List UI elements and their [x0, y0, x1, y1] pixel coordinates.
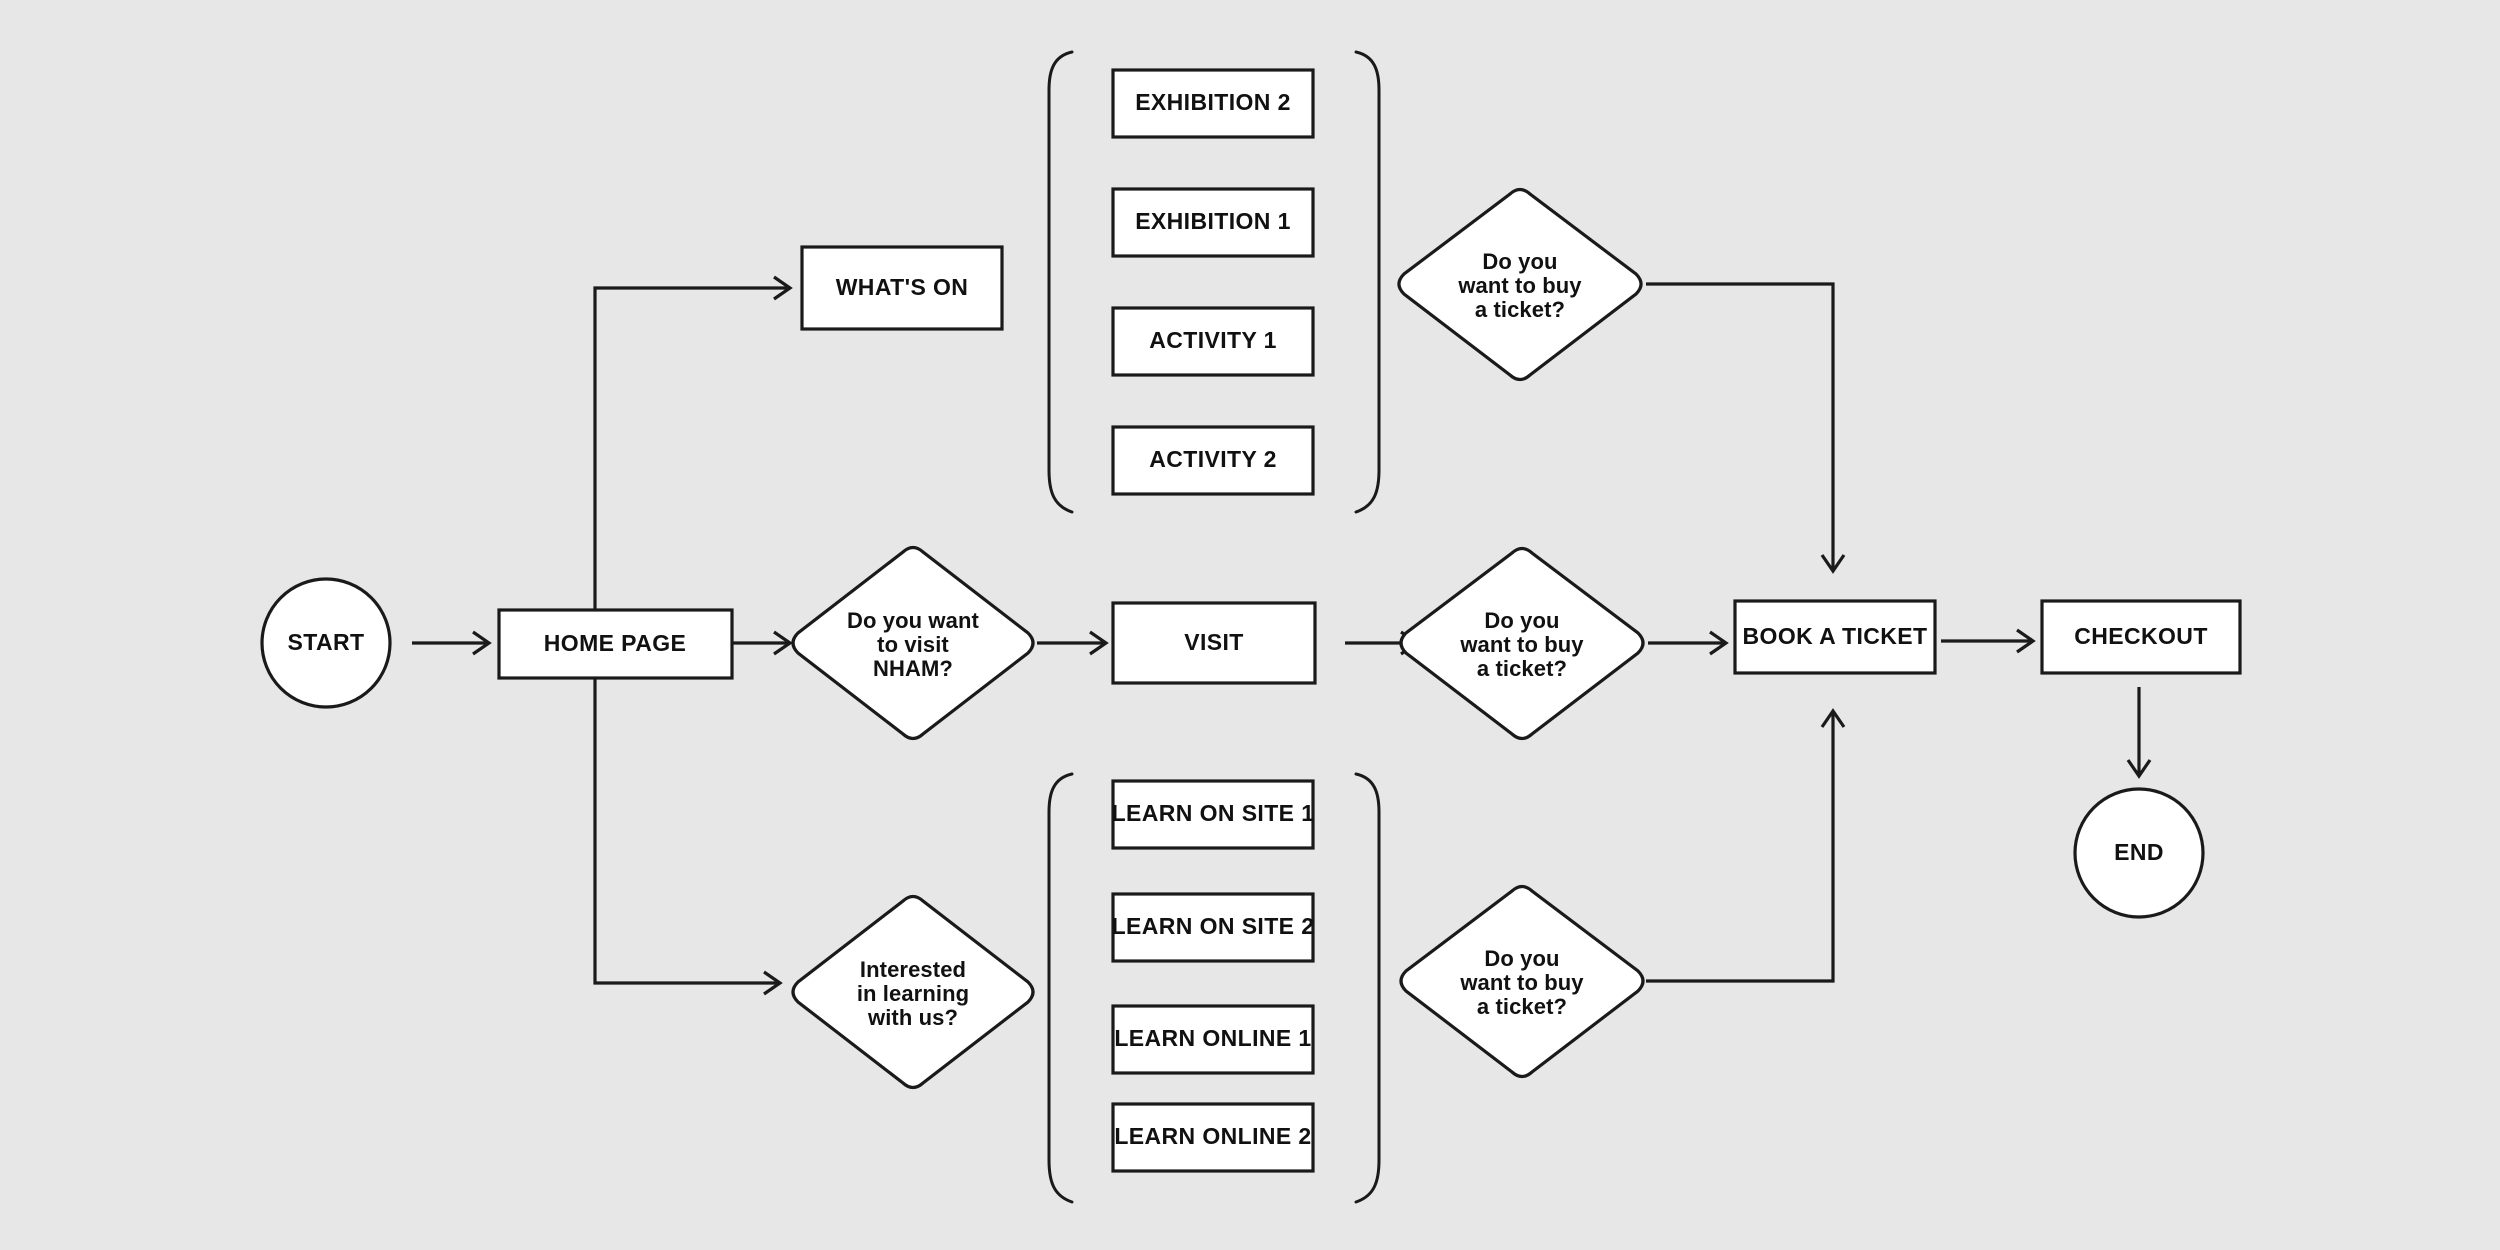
node-visit-decision-line-2: to visit: [877, 632, 949, 657]
group-item-exhibition-1-label: EXHIBITION 1: [1135, 208, 1291, 234]
learning-group-left-bracket: [1047, 772, 1074, 1204]
connector-ticket-decision-mid-to-book: [1648, 630, 1729, 656]
connector-book-to-checkout: [1941, 628, 2036, 654]
connector-home-page-to-whats-on: [593, 275, 793, 610]
connector-ticket-decision-top-to-book: [1646, 282, 1846, 574]
learning-group-right-bracket: [1354, 772, 1381, 1204]
node-visit-decision-line-3: NHAM?: [873, 656, 953, 681]
node-visit-label: VISIT: [1184, 629, 1244, 655]
node-learning-decision-line-2: in learning: [857, 981, 969, 1006]
node-home-page-label: HOME PAGE: [544, 630, 686, 656]
node-checkout-label: CHECKOUT: [2074, 623, 2208, 649]
group-item-learn-online-1[interactable]: LEARN ONLINE 1: [1111, 1004, 1315, 1075]
connector-home-page-to-visit-decision: [732, 630, 793, 656]
node-end[interactable]: END: [2073, 787, 2205, 919]
node-learning-decision-line-1: Interested: [860, 957, 966, 982]
node-whats-on[interactable]: WHAT'S ON: [800, 245, 1004, 331]
node-ticket-decision-top-line-1: Do you: [1482, 249, 1557, 274]
node-start[interactable]: START: [260, 577, 392, 709]
node-learning-decision[interactable]: Interested in learning with us?: [791, 894, 1035, 1090]
node-ticket-decision-mid-line-2: want to buy: [1459, 632, 1584, 657]
node-book-a-ticket[interactable]: BOOK A TICKET: [1733, 599, 1937, 675]
group-item-exhibition-2[interactable]: EXHIBITION 2: [1111, 68, 1315, 139]
group-item-learn-on-site-1[interactable]: LEARN ON SITE 1: [1111, 779, 1315, 850]
flowchart-canvas: START HOME PAGE WHAT'S ON Do you want to…: [0, 0, 2500, 1250]
node-ticket-decision-top[interactable]: Do you want to buy a ticket?: [1397, 187, 1643, 382]
group-item-learn-on-site-2[interactable]: LEARN ON SITE 2: [1111, 892, 1315, 963]
group-item-exhibition-2-label: EXHIBITION 2: [1135, 89, 1291, 115]
group-item-activity-2-label: ACTIVITY 2: [1149, 446, 1277, 472]
node-visit-decision-line-1: Do you want: [847, 608, 979, 633]
connector-checkout-to-end: [2126, 687, 2152, 779]
node-ticket-decision-bottom[interactable]: Do you want to buy a ticket?: [1399, 884, 1645, 1079]
group-item-learn-on-site-2-label: LEARN ON SITE 2: [1112, 913, 1315, 939]
connector-home-page-to-learning-decision: [593, 678, 783, 996]
group-item-activity-1-label: ACTIVITY 1: [1149, 327, 1277, 353]
node-ticket-decision-top-line-2: want to buy: [1457, 273, 1582, 298]
node-ticket-decision-bottom-line-2: want to buy: [1459, 970, 1584, 995]
connector-visit-decision-to-visit: [1037, 630, 1109, 656]
group-item-activity-1[interactable]: ACTIVITY 1: [1111, 306, 1315, 377]
node-visit-decision[interactable]: Do you want to visit NHAM?: [791, 545, 1035, 741]
group-item-exhibition-1[interactable]: EXHIBITION 1: [1111, 187, 1315, 258]
node-ticket-decision-mid-line-3: a ticket?: [1477, 656, 1567, 681]
group-item-learn-online-2-label: LEARN ONLINE 2: [1114, 1123, 1311, 1149]
node-ticket-decision-top-line-3: a ticket?: [1475, 297, 1565, 322]
node-ticket-decision-mid[interactable]: Do you want to buy a ticket?: [1399, 546, 1645, 741]
node-whats-on-label: WHAT'S ON: [836, 274, 969, 300]
node-checkout[interactable]: CHECKOUT: [2040, 599, 2242, 675]
node-visit[interactable]: VISIT: [1111, 601, 1317, 685]
whats-on-group-items: EXHIBITION 2 EXHIBITION 1 ACTIVITY 1 ACT…: [1111, 68, 1315, 496]
node-start-label: START: [288, 629, 365, 655]
node-learning-decision-line-3: with us?: [867, 1005, 958, 1030]
connector-ticket-decision-bottom-to-book: [1646, 708, 1846, 983]
group-item-learn-online-2[interactable]: LEARN ONLINE 2: [1111, 1102, 1315, 1173]
node-ticket-decision-mid-line-1: Do you: [1484, 608, 1559, 633]
whats-on-group-left-bracket: [1047, 50, 1074, 514]
node-book-a-ticket-label: BOOK A TICKET: [1743, 623, 1928, 649]
learning-group-items: LEARN ON SITE 1 LEARN ON SITE 2 LEARN ON…: [1111, 779, 1315, 1173]
group-item-learn-online-1-label: LEARN ONLINE 1: [1114, 1025, 1311, 1051]
node-end-label: END: [2114, 839, 2164, 865]
flowchart-svg: START HOME PAGE WHAT'S ON Do you want to…: [260, 50, 2242, 1204]
whats-on-group-right-bracket: [1354, 50, 1381, 514]
group-item-activity-2[interactable]: ACTIVITY 2: [1111, 425, 1315, 496]
node-home-page[interactable]: HOME PAGE: [497, 608, 734, 680]
connector-start-to-home-page: [412, 630, 492, 656]
node-ticket-decision-bottom-line-3: a ticket?: [1477, 994, 1567, 1019]
node-ticket-decision-bottom-line-1: Do you: [1484, 946, 1559, 971]
group-item-learn-on-site-1-label: LEARN ON SITE 1: [1112, 800, 1315, 826]
